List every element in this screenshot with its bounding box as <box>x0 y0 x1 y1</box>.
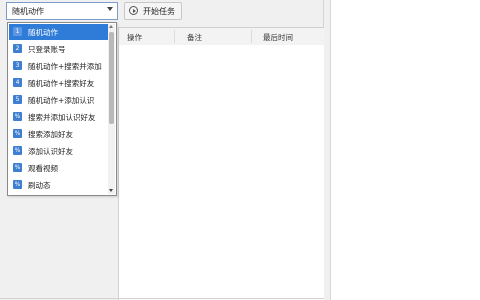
scroll-down-arrow-icon[interactable] <box>109 189 113 192</box>
scrollbar-thumb[interactable] <box>109 32 114 124</box>
column-divider <box>174 30 175 43</box>
dropdown-item[interactable]: 1 随机动作 <box>9 24 108 40</box>
start-task-button[interactable]: 开始任务 <box>124 2 182 20</box>
task-icon: % <box>13 112 22 121</box>
column-header-operation[interactable]: 操作 <box>127 32 142 43</box>
task-icon: 2 <box>13 44 22 53</box>
task-icon: 5 <box>13 95 22 104</box>
task-table: 操作 备注 最后时间 <box>118 27 324 300</box>
column-header-remark[interactable]: 备注 <box>187 32 202 43</box>
task-icon: % <box>13 146 22 155</box>
dropdown-item[interactable]: % 搜索添加好友 <box>9 126 108 142</box>
scroll-up-arrow-icon[interactable] <box>109 25 113 28</box>
right-panel <box>330 0 480 300</box>
task-icon: % <box>13 163 22 172</box>
dropdown-item-label: 刷动态 <box>28 181 51 190</box>
dropdown-scrollbar[interactable] <box>108 24 115 194</box>
task-icon: 4 <box>13 78 22 87</box>
dropdown-item[interactable]: 3 随机动作+搜索并添加 <box>9 58 108 74</box>
dropdown-item-label: 只登录账号 <box>28 45 66 54</box>
dropdown-item-label: 随机动作+搜索并添加 <box>28 62 102 71</box>
task-dropdown-list: 1 随机动作 2 只登录账号 3 随机动作+搜索并添加 4 随机动作+搜索好友 … <box>7 22 117 196</box>
task-select-value: 随机动作 <box>12 7 44 16</box>
table-header: 操作 备注 最后时间 <box>119 28 324 46</box>
table-body <box>119 45 324 300</box>
task-icon: 3 <box>13 61 22 70</box>
bottom-border <box>0 298 324 299</box>
task-select[interactable]: 随机动作 <box>6 2 118 20</box>
dropdown-item[interactable]: 2 只登录账号 <box>9 41 108 57</box>
column-divider <box>251 30 252 43</box>
dropdown-item[interactable]: % 添加认识好友 <box>9 143 108 159</box>
dropdown-item-label: 观看视频 <box>28 164 58 173</box>
dropdown-item-label: 随机动作+添加认识 <box>28 96 95 105</box>
dropdown-item-label: 搜索并添加认识好友 <box>28 113 96 122</box>
task-icon: % <box>13 180 22 189</box>
task-icon: 1 <box>13 27 22 36</box>
dropdown-item-label: 添加认识好友 <box>28 147 73 156</box>
dropdown-item-label: 搜索添加好友 <box>28 130 73 139</box>
column-header-last-time[interactable]: 最后时间 <box>263 32 293 43</box>
dropdown-item-label: 随机动作+搜索好友 <box>28 79 95 88</box>
play-icon <box>129 6 138 15</box>
dropdown-item[interactable]: % 搜索并添加认识好友 <box>9 109 108 125</box>
dropdown-item[interactable]: % 观看视频 <box>9 160 108 176</box>
chevron-down-icon[interactable] <box>107 7 113 11</box>
dropdown-item[interactable]: 5 随机动作+添加认识 <box>9 92 108 108</box>
dropdown-item[interactable]: % 刷动态 <box>9 177 108 193</box>
dropdown-item-label: 随机动作 <box>28 28 58 37</box>
start-task-label: 开始任务 <box>143 7 175 16</box>
task-icon: % <box>13 129 22 138</box>
dropdown-item[interactable]: 4 随机动作+搜索好友 <box>9 75 108 91</box>
